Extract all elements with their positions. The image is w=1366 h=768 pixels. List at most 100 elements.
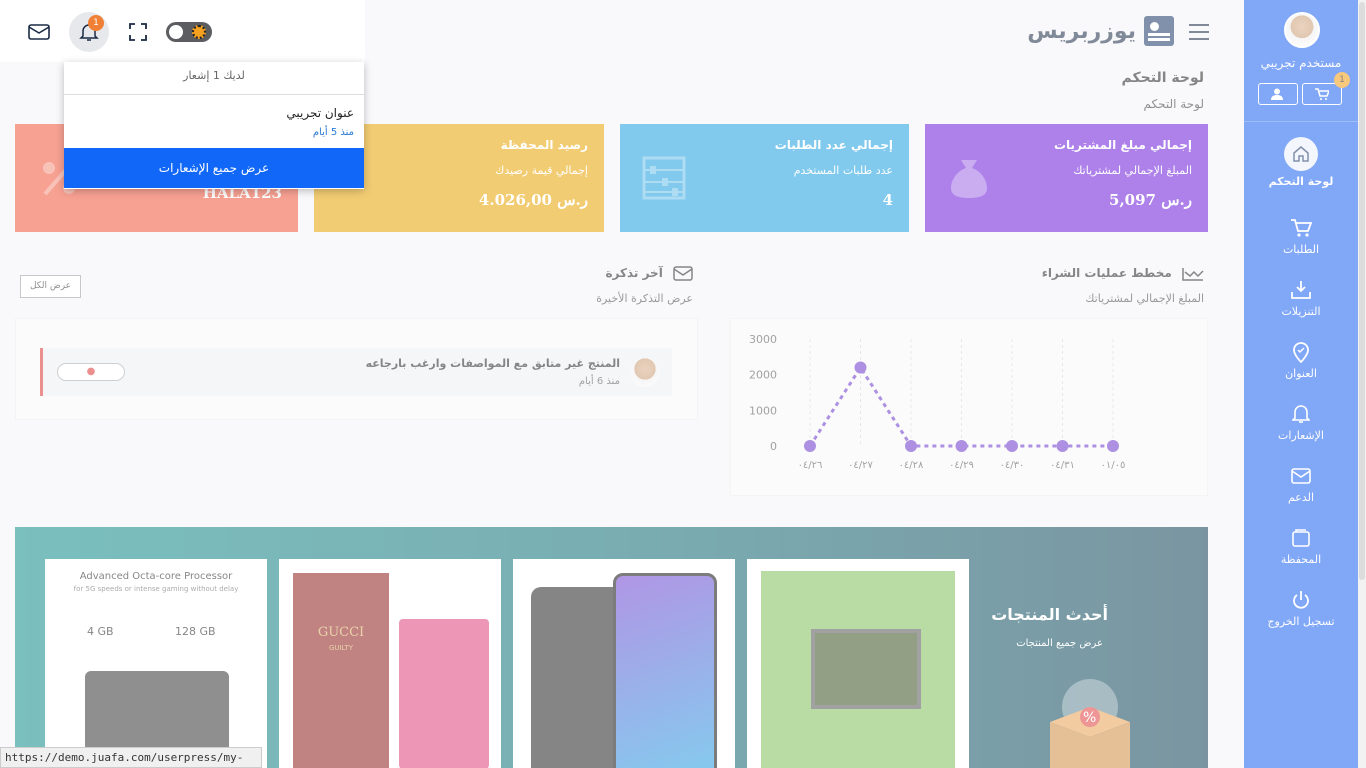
sidebar-item-address[interactable]: العنوان <box>1244 337 1358 380</box>
phone-front-image <box>613 573 717 768</box>
product-brand: GUCCI <box>317 625 365 640</box>
data-point <box>1107 440 1119 452</box>
scrollbar-thumb[interactable] <box>1359 2 1365 580</box>
page-title: لوحة التحكم <box>1121 70 1204 86</box>
sidebar-item-label: الدعم <box>1287 491 1315 504</box>
brand[interactable]: يوزربريس <box>1027 16 1174 46</box>
x-tick-label: ٠١/٠٥ <box>1101 460 1126 471</box>
perfume-box-image: GUCCI GUILTY <box>293 573 389 768</box>
sun-icon <box>192 25 206 39</box>
cart-icon <box>1315 88 1329 100</box>
gift-box-icon: % <box>1050 679 1130 768</box>
product-card-perfume[interactable]: GUCCI GUILTY <box>279 559 501 768</box>
bell-icon <box>1292 399 1310 429</box>
sidebar-item-notifications[interactable]: الإشعارات <box>1244 399 1358 442</box>
card-total-purchases: إجمالي مبلغ المشتريات المبلغ الإجمالي لم… <box>925 124 1208 232</box>
user-avatar[interactable] <box>1284 12 1320 48</box>
x-tick-label: ٠٤/٢٨ <box>899 460 924 471</box>
y-tick-label: 0 <box>770 440 777 453</box>
view-all-notifications-button[interactable]: عرض جميع الإشعارات <box>64 148 364 188</box>
scrollbar[interactable] <box>1358 0 1366 768</box>
status-dot-icon: ● <box>86 366 96 377</box>
laptop-image <box>761 571 955 768</box>
perfume-bottle-image <box>399 619 489 768</box>
product-name: GUILTY <box>328 644 354 652</box>
sidebar: مستخدم تجريبي 1 لوحة التحكم الطلبات التن… <box>1244 0 1358 768</box>
latest-products-banner: أحدث المنتجات عرض جميع المنتجات % Advanc… <box>15 527 1208 768</box>
x-tick-label: ٠٤/٢٦ <box>798 460 823 471</box>
mail-icon <box>673 266 693 281</box>
ticket-time: منذ 6 أيام <box>578 376 620 387</box>
cart-badge: 1 <box>1334 72 1350 88</box>
product-ram: 4 GB <box>87 625 114 638</box>
cart-button[interactable] <box>1302 83 1342 105</box>
sidebar-item-support[interactable]: الدعم <box>1244 461 1358 504</box>
sidebar-item-logout[interactable]: تسجيل الخروج <box>1244 585 1358 628</box>
card-total-orders: إجمالي عدد الطلبات عدد طلبات المستخدم 4 <box>620 124 909 232</box>
download-icon <box>1290 275 1312 305</box>
location-icon <box>1292 337 1310 367</box>
mail-icon <box>1291 461 1311 491</box>
product-card-laptop[interactable] <box>747 559 969 768</box>
sidebar-item-wallet[interactable]: المحفظة <box>1244 523 1358 566</box>
sidebar-item-label: الإشعارات <box>1278 429 1324 442</box>
wallet-icon <box>1292 523 1310 553</box>
breadcrumb: لوحة التحكم <box>1143 97 1205 111</box>
banner-title: أحدث المنتجات <box>991 605 1108 624</box>
sidebar-user-name: مستخدم تجريبي <box>1260 56 1342 70</box>
sidebar-item-dashboard[interactable]: لوحة التحكم <box>1244 137 1358 188</box>
fullscreen-button[interactable] <box>128 20 148 44</box>
x-tick-label: ٠٤/٢٩ <box>949 460 974 471</box>
x-tick-label: ٠٤/٣١ <box>1050 460 1075 471</box>
mail-icon <box>28 24 50 40</box>
fullscreen-icon <box>129 23 147 41</box>
y-tick-label: 3000 <box>749 333 777 346</box>
menu-toggle-icon[interactable] <box>1189 24 1209 45</box>
notifications-dropdown: لديك 1 إشعار عنوان تجريبي منذ 5 أيام عرض… <box>64 62 364 189</box>
x-tick-label: ٠٤/٢٧ <box>848 460 873 471</box>
toggle-knob <box>169 25 183 39</box>
status-bar-url: https://demo.juafa.com/userpress/my-acco… <box>0 747 262 768</box>
sidebar-item-label: الطلبات <box>1282 243 1320 256</box>
data-point <box>854 361 867 374</box>
notification-item-title[interactable]: عنوان تجريبي <box>286 106 354 120</box>
abacus-icon <box>642 156 686 200</box>
chart-icon <box>1182 267 1204 281</box>
sidebar-item-orders[interactable]: الطلبات <box>1244 213 1358 256</box>
brand-logo-icon <box>1144 16 1174 46</box>
y-tick-label: 1000 <box>749 404 777 417</box>
view-all-products-link[interactable]: عرض جميع المنتجات <box>1016 638 1103 649</box>
x-tick-label: ٠٤/٣٠ <box>1000 460 1025 471</box>
topbar: 1 <box>0 0 365 62</box>
money-bag-icon <box>951 160 987 198</box>
ticket-status-pill: ● <box>57 363 125 381</box>
product-rom: 128 GB <box>175 625 216 638</box>
product-card-tablet[interactable]: Advanced Octa-core Processor for 5G spee… <box>45 559 267 768</box>
notification-badge: 1 <box>88 15 104 31</box>
sidebar-item-label: التنزيلات <box>1281 305 1321 318</box>
messages-button[interactable] <box>28 20 50 44</box>
brand-name: يوزربريس <box>1027 18 1136 44</box>
profile-button[interactable] <box>1258 83 1298 105</box>
sidebar-item-label: تسجيل الخروج <box>1267 615 1335 628</box>
purchases-chart-panel: 3000 2000 1000 0 ٠٤/٢٦ ٠٤/٢٧ ٠٤/٢٨ ٠٤/٢٩ ٠٤/٣٠ ٠٤… <box>730 318 1208 496</box>
theme-toggle[interactable] <box>166 22 212 42</box>
sidebar-item-downloads[interactable]: التنزيلات <box>1244 275 1358 318</box>
product-card-phone[interactable] <box>513 559 735 768</box>
sidebar-divider <box>1244 121 1358 122</box>
home-icon <box>1284 137 1318 171</box>
user-edit-icon <box>1271 88 1283 100</box>
view-all-tickets-button[interactable]: عرض الكل <box>20 275 81 298</box>
tickets-title: آخر تذكرة <box>605 266 693 281</box>
y-tick-label: 2000 <box>749 369 777 382</box>
purchases-title-text: مخطط عمليات الشراء <box>1041 266 1172 280</box>
product-subtitle: for 5G speeds or intense gaming without … <box>73 585 239 593</box>
data-point <box>1056 440 1069 452</box>
data-point <box>955 440 968 452</box>
sidebar-item-label: المحفظة <box>1280 553 1322 566</box>
ticket-row[interactable]: المنتج غير متابق مع المواصفات وارغب بارج… <box>40 348 672 396</box>
notifications-header: لديك 1 إشعار <box>64 62 364 95</box>
ticket-avatar <box>630 357 660 387</box>
sidebar-item-label: لوحة التحكم <box>1268 175 1334 188</box>
data-point <box>1006 440 1018 452</box>
